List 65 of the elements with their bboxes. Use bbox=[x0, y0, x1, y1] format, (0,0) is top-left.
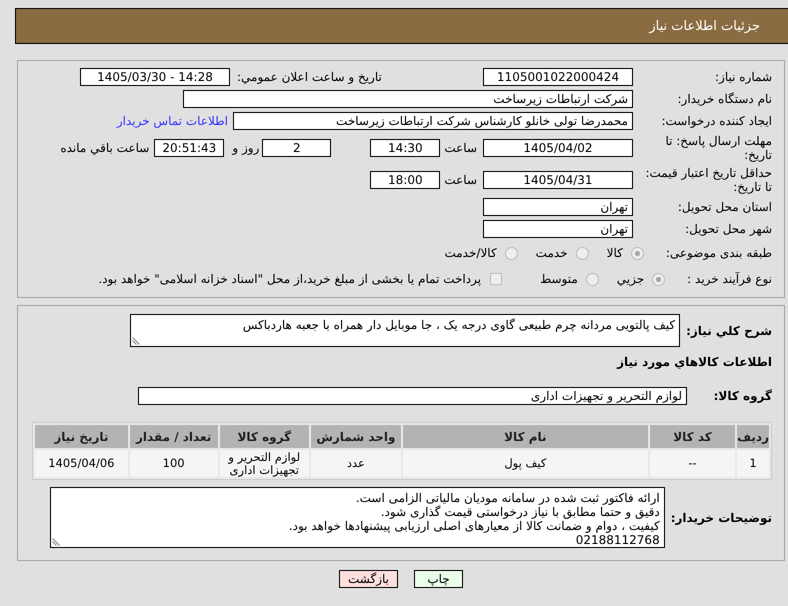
table-cell: 1 bbox=[737, 450, 769, 477]
checkbox[interactable] bbox=[490, 273, 502, 285]
radio-label: خدمت bbox=[536, 246, 568, 260]
buyer-name-field[interactable]: شرکت ارتباطات زیرساخت bbox=[183, 90, 633, 108]
field-label: شرح کلي نیاز: bbox=[686, 324, 772, 338]
deadline-time-field[interactable]: 14:30 bbox=[370, 139, 440, 157]
time-left-field[interactable]: 20:51:43 bbox=[154, 139, 224, 157]
field-label: طبقه بندی موضوعی: bbox=[666, 246, 772, 260]
checkbox-label: پرداخت تمام یا بخشی از مبلغ خرید،از محل "اسناد خزانه اسلامی" خواهد بود. bbox=[98, 272, 482, 286]
table-cell: 100 bbox=[130, 450, 218, 477]
requester-field[interactable]: محمدرضا تولی خانلو کارشناس شرکت ارتباطات زیرساخت bbox=[233, 112, 633, 130]
field-label: نام دستگاه خریدار: bbox=[676, 92, 772, 106]
resize-grip-icon[interactable] bbox=[52, 538, 60, 546]
city-field[interactable]: تهران bbox=[483, 220, 633, 238]
field-label: شهر محل تحویل: bbox=[684, 222, 772, 236]
need-number-field[interactable]: 1105001022000424 bbox=[483, 68, 633, 86]
province-field[interactable]: تهران bbox=[483, 198, 633, 216]
field-label: شماره نیاز: bbox=[714, 70, 772, 84]
column-header: نام کالا bbox=[402, 425, 648, 448]
radio-button[interactable] bbox=[652, 272, 666, 286]
section-heading: اطلاعات کالاهاي مورد نیاز bbox=[617, 354, 772, 370]
back-button[interactable]: بازگشت bbox=[339, 570, 398, 588]
validity-time-field[interactable]: 18:00 bbox=[370, 171, 440, 189]
column-header: کد کالا bbox=[650, 425, 736, 448]
field-label: روز و bbox=[232, 141, 260, 155]
radio-label: کالا/خدمت bbox=[444, 246, 497, 260]
column-header: گروه کالا bbox=[220, 425, 309, 448]
goods-group-field[interactable]: لوازم التحریر و تجهیزات اداری bbox=[138, 387, 687, 405]
radio-button[interactable] bbox=[630, 246, 644, 260]
field-label: نوع فرآیند خرید : bbox=[687, 272, 772, 286]
field-label: حداقل تاریخ اعتبار قیمت: تا تاریخ: bbox=[644, 166, 772, 194]
field-label: ساعت bbox=[444, 141, 477, 155]
resize-grip-icon[interactable] bbox=[132, 337, 140, 345]
field-label: گروه کالا: bbox=[712, 389, 772, 403]
print-button[interactable]: چاپ bbox=[414, 570, 463, 588]
buyer-notes-textarea[interactable]: ارائه فاکتور ثبت شده در سامانه مودیان مالیاتی الزامی است. دقیق و حتما مطابق با نیاز درخواستی قیمت گذاری شود. کیفیت ، دوام و ضمانت کالا از معیارهای اصلی ارزیابی پیشنهادها خواهد بود. 02188112768 bbox=[50, 487, 665, 548]
radio-label: کالا bbox=[606, 246, 623, 260]
radio-label: جزيي bbox=[616, 272, 644, 286]
table-cell: -- bbox=[650, 450, 736, 477]
announce-date-field[interactable]: 1405/03/30 - 14:28 bbox=[80, 68, 230, 86]
page-title: جزئیات اطلاعات نیاز bbox=[649, 18, 760, 34]
field-label: ساعت باقي مانده bbox=[60, 141, 150, 155]
deadline-date-field[interactable]: 1405/04/02 bbox=[483, 139, 633, 157]
column-header: ردیف bbox=[737, 425, 769, 448]
radio-button[interactable] bbox=[586, 272, 599, 286]
description-textarea[interactable]: کیف پالتویی مردانه چرم طبیعی گاوی درجه یک ، جا موبایل دار همراه با جعبه هاردباکس bbox=[130, 314, 680, 347]
field-label: ایجاد کننده درخواست: bbox=[660, 114, 772, 128]
table-cell: کیف پول bbox=[402, 450, 648, 477]
radio-label: متوسط bbox=[540, 272, 578, 286]
days-left-field[interactable]: 2 bbox=[262, 139, 332, 157]
column-header: واحد شمارش bbox=[311, 425, 401, 448]
field-label: استان محل تحویل: bbox=[676, 200, 772, 214]
field-label: ساعت bbox=[444, 173, 477, 187]
table-cell: عدد bbox=[311, 450, 401, 477]
column-header: تعداد / مقدار bbox=[130, 425, 218, 448]
column-header: تاریخ نیاز bbox=[35, 425, 128, 448]
field-label: تاریخ و ساعت اعلان عمومي: bbox=[237, 70, 382, 84]
table-cell: 1405/04/06 bbox=[35, 450, 128, 477]
field-label: توضیحات خریدار: bbox=[670, 510, 772, 524]
validity-date-field[interactable]: 1405/04/31 bbox=[483, 171, 633, 189]
field-label: مهلت ارسال پاسخ: تا تاریخ: bbox=[664, 134, 772, 162]
radio-button[interactable] bbox=[504, 246, 518, 260]
table-cell: لوازم التحریر و تجهیزات اداری bbox=[220, 450, 309, 477]
radio-button[interactable] bbox=[576, 246, 589, 260]
buyer-contact-link[interactable]: اطلاعات تماس خریدار bbox=[116, 114, 228, 128]
